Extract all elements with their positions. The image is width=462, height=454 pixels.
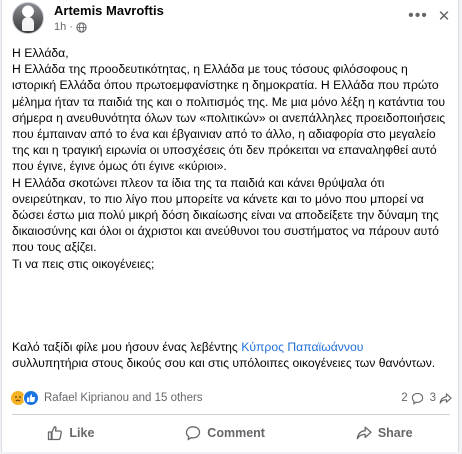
like-reaction-icon [23, 390, 39, 406]
share-button[interactable]: Share [346, 421, 423, 445]
caption-end: συλλυπητήρια στους δικούς σου και στις υ… [12, 356, 436, 371]
post-header: Artemis Mavroftis 1h · ••• ✕ [2, 0, 458, 40]
comment-button[interactable]: Comment [175, 421, 275, 445]
caption-start: Καλό ταξίδι φίλε μου ήσουν ένας λεβέντης [12, 340, 242, 354]
share-label: Share [377, 426, 413, 440]
comments-count-value: 2 [401, 392, 408, 404]
globe-icon[interactable] [76, 21, 87, 33]
close-icon[interactable]: ✕ [434, 6, 454, 26]
like-icon [48, 426, 63, 441]
comment-icon [186, 426, 201, 441]
reactions-summary[interactable]: Rafael Kiprianou and 15 others [44, 392, 401, 404]
comment-count-icon [411, 392, 423, 405]
shares-count-value: 3 [429, 392, 436, 404]
meta-dot: · [69, 21, 73, 33]
mention-link[interactable]: Κύπρος Παπαϊωάννου [241, 340, 363, 354]
reactions-bar: Rafael Kiprianou and 15 others 2 3 [10, 388, 452, 408]
share-icon [356, 426, 372, 440]
like-label: Like [69, 426, 95, 440]
post-caption: Καλό ταξίδι φίλε μου ήσουν ένας λεβέντης… [12, 339, 452, 371]
actions-divider [12, 414, 450, 415]
more-options-icon[interactable]: ••• [406, 6, 430, 26]
post-meta: 1h · [54, 21, 87, 33]
reaction-icons[interactable] [10, 390, 39, 406]
post-time[interactable]: 1h [54, 21, 66, 33]
shares-count[interactable]: 3 [430, 392, 452, 405]
post-actions: Like Comment Share [2, 418, 458, 448]
comments-count[interactable]: 2 [401, 392, 423, 405]
author-name[interactable]: Artemis Mavroftis [54, 3, 164, 18]
post-card: Artemis Mavroftis 1h · ••• ✕ Η Ελλάδα, Η… [1, 0, 459, 452]
post-body-text: Η Ελλάδα, Η Ελλάδα της προοδευτικότητας,… [12, 46, 446, 271]
engagement-counts: 2 3 [401, 392, 452, 405]
share-count-icon [439, 392, 452, 404]
like-button[interactable]: Like [37, 421, 104, 445]
avatar[interactable] [12, 2, 44, 34]
comment-label: Comment [207, 426, 265, 440]
